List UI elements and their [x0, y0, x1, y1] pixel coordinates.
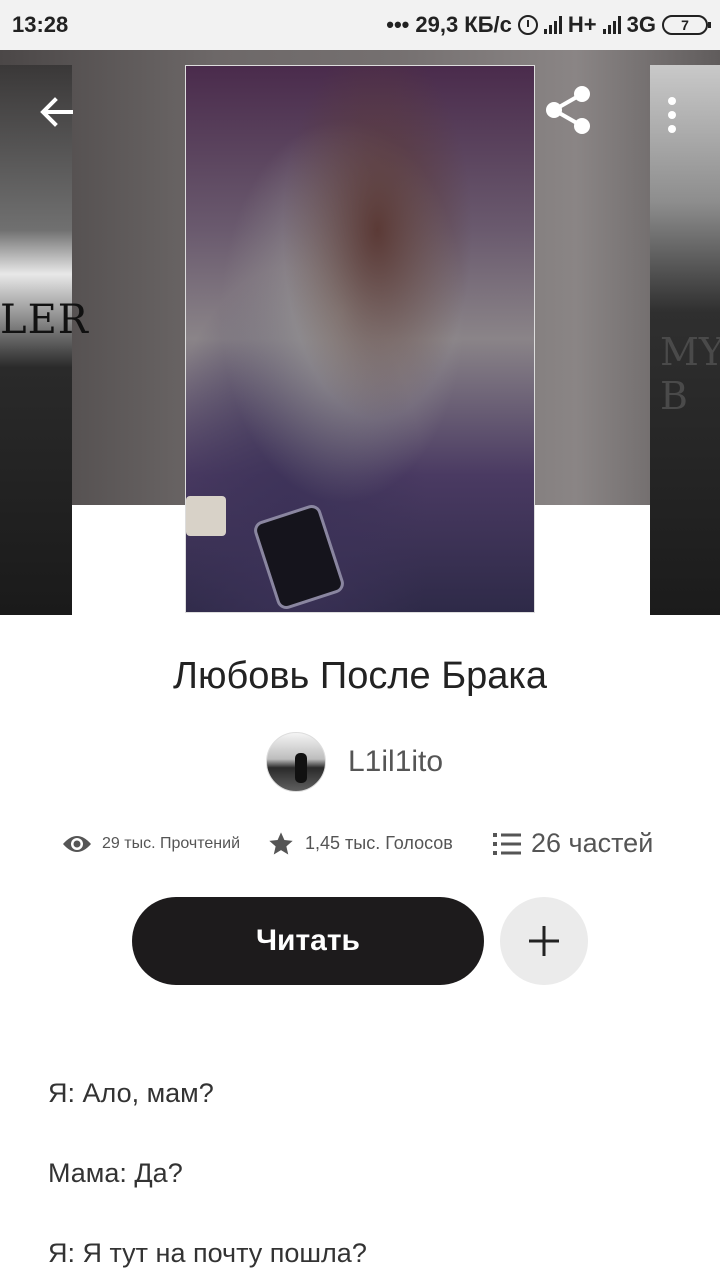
network-speed: 29,3 КБ/с	[415, 12, 512, 37]
network-type-1: H+	[567, 12, 597, 37]
excerpt-line: Я: Я тут на почту пошла?	[48, 1238, 367, 1268]
previous-story-cover[interactable]: LER	[0, 65, 88, 615]
arrow-left-icon	[40, 97, 73, 127]
signal-icon	[543, 16, 562, 34]
votes-stat: 1,45 тыс. Голосов	[267, 830, 493, 858]
parts-stat: 26 частей	[493, 828, 653, 859]
previous-cover-text: LER	[0, 297, 89, 343]
alarm-icon	[517, 15, 538, 35]
story-cover	[185, 65, 535, 613]
status-indicators: ••• 29,3 КБ/с H+ 3G 7	[386, 12, 711, 38]
share-button[interactable]	[540, 80, 596, 140]
next-story-cover[interactable]: MY B	[650, 65, 720, 615]
reads-count: 29 тыс. Прочтений	[102, 834, 240, 852]
list-icon	[493, 832, 521, 855]
cover-phone	[251, 502, 347, 612]
back-button[interactable]	[30, 85, 84, 139]
signal-icon-2	[602, 16, 621, 34]
votes-count: 1,45 тыс. Голосов	[305, 833, 453, 853]
star-icon	[269, 831, 293, 854]
story-stats: 29 тыс. Прочтений 1,45 тыс. Голосов 26 ч…	[62, 828, 662, 859]
story-header: LER MY B	[0, 50, 720, 615]
cover-object	[186, 496, 226, 536]
reads-stat: 29 тыс. Прочтений	[62, 834, 267, 854]
excerpt-line: Мама: Да?	[48, 1158, 183, 1188]
story-title: Любовь После Брака	[173, 655, 547, 697]
parts-count: 26 частей	[531, 828, 654, 858]
more-vertical-icon	[668, 97, 676, 133]
author-link[interactable]: L1il1ito	[266, 732, 443, 792]
more-options-button[interactable]	[652, 85, 692, 145]
status-bar: 13:28 ••• 29,3 КБ/с H+ 3G 7	[0, 0, 720, 50]
avatar	[266, 732, 326, 792]
read-button[interactable]: Читать	[132, 897, 484, 985]
story-excerpt: Я: Ало, мам? Мама: Да? Я: Я тут на почту…	[48, 1075, 688, 1280]
network-type-2: 3G	[626, 12, 656, 37]
status-time: 13:28	[12, 12, 69, 37]
status-dots: •••	[386, 12, 410, 37]
add-to-library-button[interactable]	[500, 897, 588, 985]
plus-icon	[529, 926, 559, 956]
battery-icon: 7	[662, 15, 711, 35]
excerpt-line: Я: Ало, мам?	[48, 1078, 214, 1108]
eye-icon	[63, 835, 91, 852]
author-name: L1il1ito	[348, 745, 444, 778]
next-cover-text: MY B	[660, 330, 720, 418]
share-icon	[546, 86, 590, 134]
battery-level: 7	[681, 17, 689, 33]
